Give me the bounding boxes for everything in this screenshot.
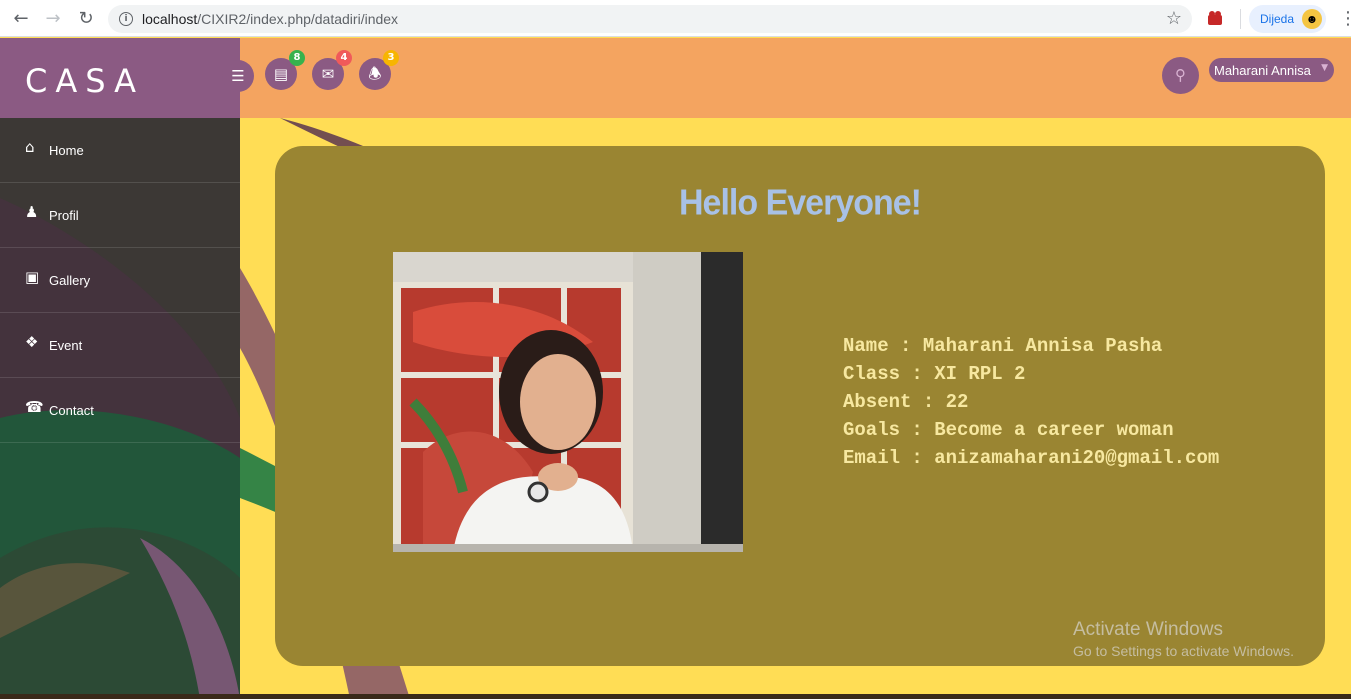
- browser-menu-icon[interactable]: ⋮: [1339, 8, 1351, 29]
- tasks-icon: ▤: [273, 65, 289, 83]
- sidebar-item-gallery[interactable]: ▣ Gallery: [0, 248, 240, 313]
- caret-down-icon: ▼: [1321, 63, 1328, 73]
- star-icon[interactable]: ☆: [1166, 8, 1182, 29]
- url-host: localhost: [142, 11, 198, 27]
- info-goals: Goals : Become a career woman: [843, 419, 1174, 441]
- bell-icon: 🕭: [368, 65, 382, 83]
- app-header: CASA ☰ ▤ 8 ✉ 4 🕭 3 ⚲ Maharani Annisa ▼: [0, 38, 1351, 118]
- info-email: Email : anizamaharani20@gmail.com: [843, 447, 1220, 469]
- phone-icon: ☎: [25, 398, 44, 416]
- search-button[interactable]: ⚲: [1162, 57, 1199, 94]
- url-text[interactable]: localhost/CIXIR2/index.php/datadiri/inde…: [142, 11, 398, 27]
- info-class: Class : XI RPL 2: [843, 363, 1026, 385]
- messages-badge: 4: [336, 50, 352, 66]
- menu-toggle-icon[interactable]: ☰: [222, 60, 254, 92]
- profile-label: Dijeda: [1260, 12, 1295, 26]
- user-icon: ♟: [25, 203, 39, 221]
- home-icon: ⌂: [25, 138, 35, 156]
- activate-windows-subtitle: Go to Settings to activate Windows.: [1073, 643, 1294, 659]
- address-bar[interactable]: i localhost/CIXIR2/index.php/datadiri/in…: [108, 5, 1192, 33]
- camera-icon: ▣: [25, 268, 40, 286]
- info-name: Name : Maharani Annisa Pasha: [843, 335, 1163, 357]
- sidebar-item-label: Contact: [49, 403, 94, 418]
- envelope-icon: ✉: [321, 65, 335, 83]
- tasks-badge: 8: [289, 50, 305, 66]
- url-path: /CIXIR2/index.php/datadiri/index: [197, 11, 399, 27]
- toolbar-divider: [1240, 9, 1241, 29]
- sidebar-item-contact[interactable]: ☎ Contact: [0, 378, 240, 443]
- info-absent: Absent : 22: [843, 391, 969, 413]
- profile-photo: [393, 252, 743, 552]
- back-icon[interactable]: ←: [11, 9, 31, 29]
- forward-icon[interactable]: →: [43, 9, 63, 29]
- messages-button[interactable]: ✉ 4: [312, 50, 352, 90]
- extension-icon[interactable]: [1206, 10, 1224, 26]
- sidebar: ⌂ Home ♟ Profil ▣ Gallery ❖ Event ☎ Cont…: [0, 118, 240, 699]
- user-menu-button[interactable]: Maharani Annisa ▼: [1209, 58, 1334, 82]
- sidebar-item-label: Gallery: [49, 273, 91, 288]
- search-icon: ⚲: [1175, 66, 1186, 84]
- logo-area[interactable]: CASA: [0, 38, 240, 118]
- sidebar-item-profil[interactable]: ♟ Profil: [0, 183, 240, 248]
- profile-card: Hello Everyone! Name: Maharani Annisa P…: [275, 146, 1325, 666]
- profile-button[interactable]: Dijeda ☻: [1249, 5, 1326, 33]
- sidebar-item-label: Profil: [49, 208, 79, 223]
- notifications-button[interactable]: 🕭 3: [359, 50, 399, 90]
- sidebar-item-label: Home: [49, 143, 84, 158]
- bottom-strip: [0, 694, 1351, 699]
- page-title: Hello Everyone!: [679, 183, 922, 223]
- profile-avatar-icon: ☻: [1302, 9, 1322, 29]
- reload-icon[interactable]: ↻: [76, 9, 96, 29]
- activate-windows-title: Activate Windows: [1073, 619, 1223, 640]
- logo-text: CASA: [25, 62, 145, 100]
- sidebar-item-home[interactable]: ⌂ Home: [0, 118, 240, 183]
- info-icon[interactable]: i: [119, 12, 133, 26]
- main-content: Hello Everyone! Name: Maharani Annisa P…: [240, 118, 1351, 699]
- notifications-badge: 3: [383, 50, 399, 66]
- profile-info: Name : Maharani Annisa Pasha Class : XI …: [843, 332, 1219, 472]
- user-name: Maharani Annisa: [1214, 63, 1311, 78]
- gift-icon: ❖: [25, 333, 39, 351]
- browser-toolbar: ← → ↻ i localhost/CIXIR2/index.php/datad…: [0, 0, 1351, 37]
- sidebar-item-label: Event: [49, 338, 83, 353]
- tasks-button[interactable]: ▤ 8: [265, 50, 305, 90]
- sidebar-item-event[interactable]: ❖ Event: [0, 313, 240, 378]
